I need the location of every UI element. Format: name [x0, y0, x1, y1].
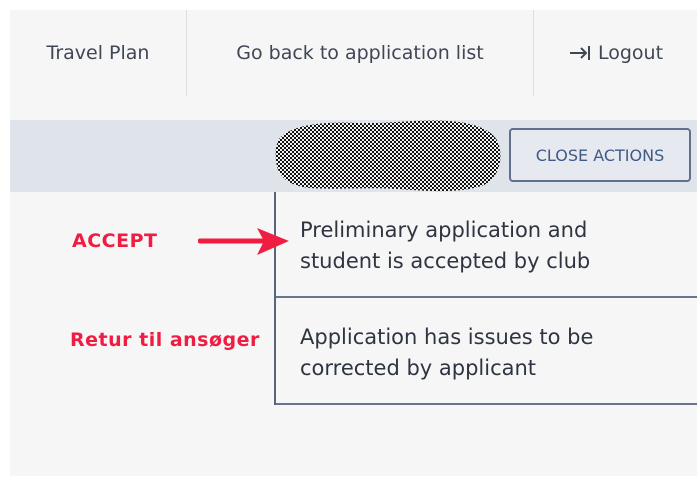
- return-annotation: Retur til ansøger: [70, 329, 260, 351]
- travel-plan-link[interactable]: Travel Plan: [10, 10, 186, 96]
- logout-arrow-icon: [568, 43, 592, 63]
- back-to-application-list-label: Go back to application list: [236, 42, 484, 64]
- redacted-area: [272, 115, 509, 197]
- application-page: Travel Plan Go back to application list …: [0, 0, 697, 482]
- top-navigation: Travel Plan Go back to application list …: [10, 10, 697, 96]
- action-label-line: corrected by applicant: [300, 356, 537, 380]
- action-label-line: Preliminary application and: [300, 218, 588, 242]
- accept-annotation: ACCEPT: [72, 230, 158, 252]
- back-to-application-list-link[interactable]: Go back to application list: [187, 10, 533, 96]
- actions-menu: Preliminary application and student is a…: [274, 192, 697, 405]
- logout-button[interactable]: Logout: [534, 10, 697, 96]
- close-actions-button[interactable]: CLOSE ACTIONS: [509, 128, 691, 182]
- annotation-arrow-icon: [198, 228, 289, 255]
- accept-application-action[interactable]: Preliminary application and student is a…: [276, 192, 697, 298]
- action-label-line: student is accepted by club: [300, 249, 591, 273]
- action-label-line: Application has issues to be: [300, 325, 594, 349]
- travel-plan-label: Travel Plan: [46, 42, 150, 64]
- close-actions-label: CLOSE ACTIONS: [535, 145, 665, 165]
- return-to-applicant-action[interactable]: Application has issues to be corrected b…: [276, 298, 697, 405]
- logout-label: Logout: [597, 42, 664, 64]
